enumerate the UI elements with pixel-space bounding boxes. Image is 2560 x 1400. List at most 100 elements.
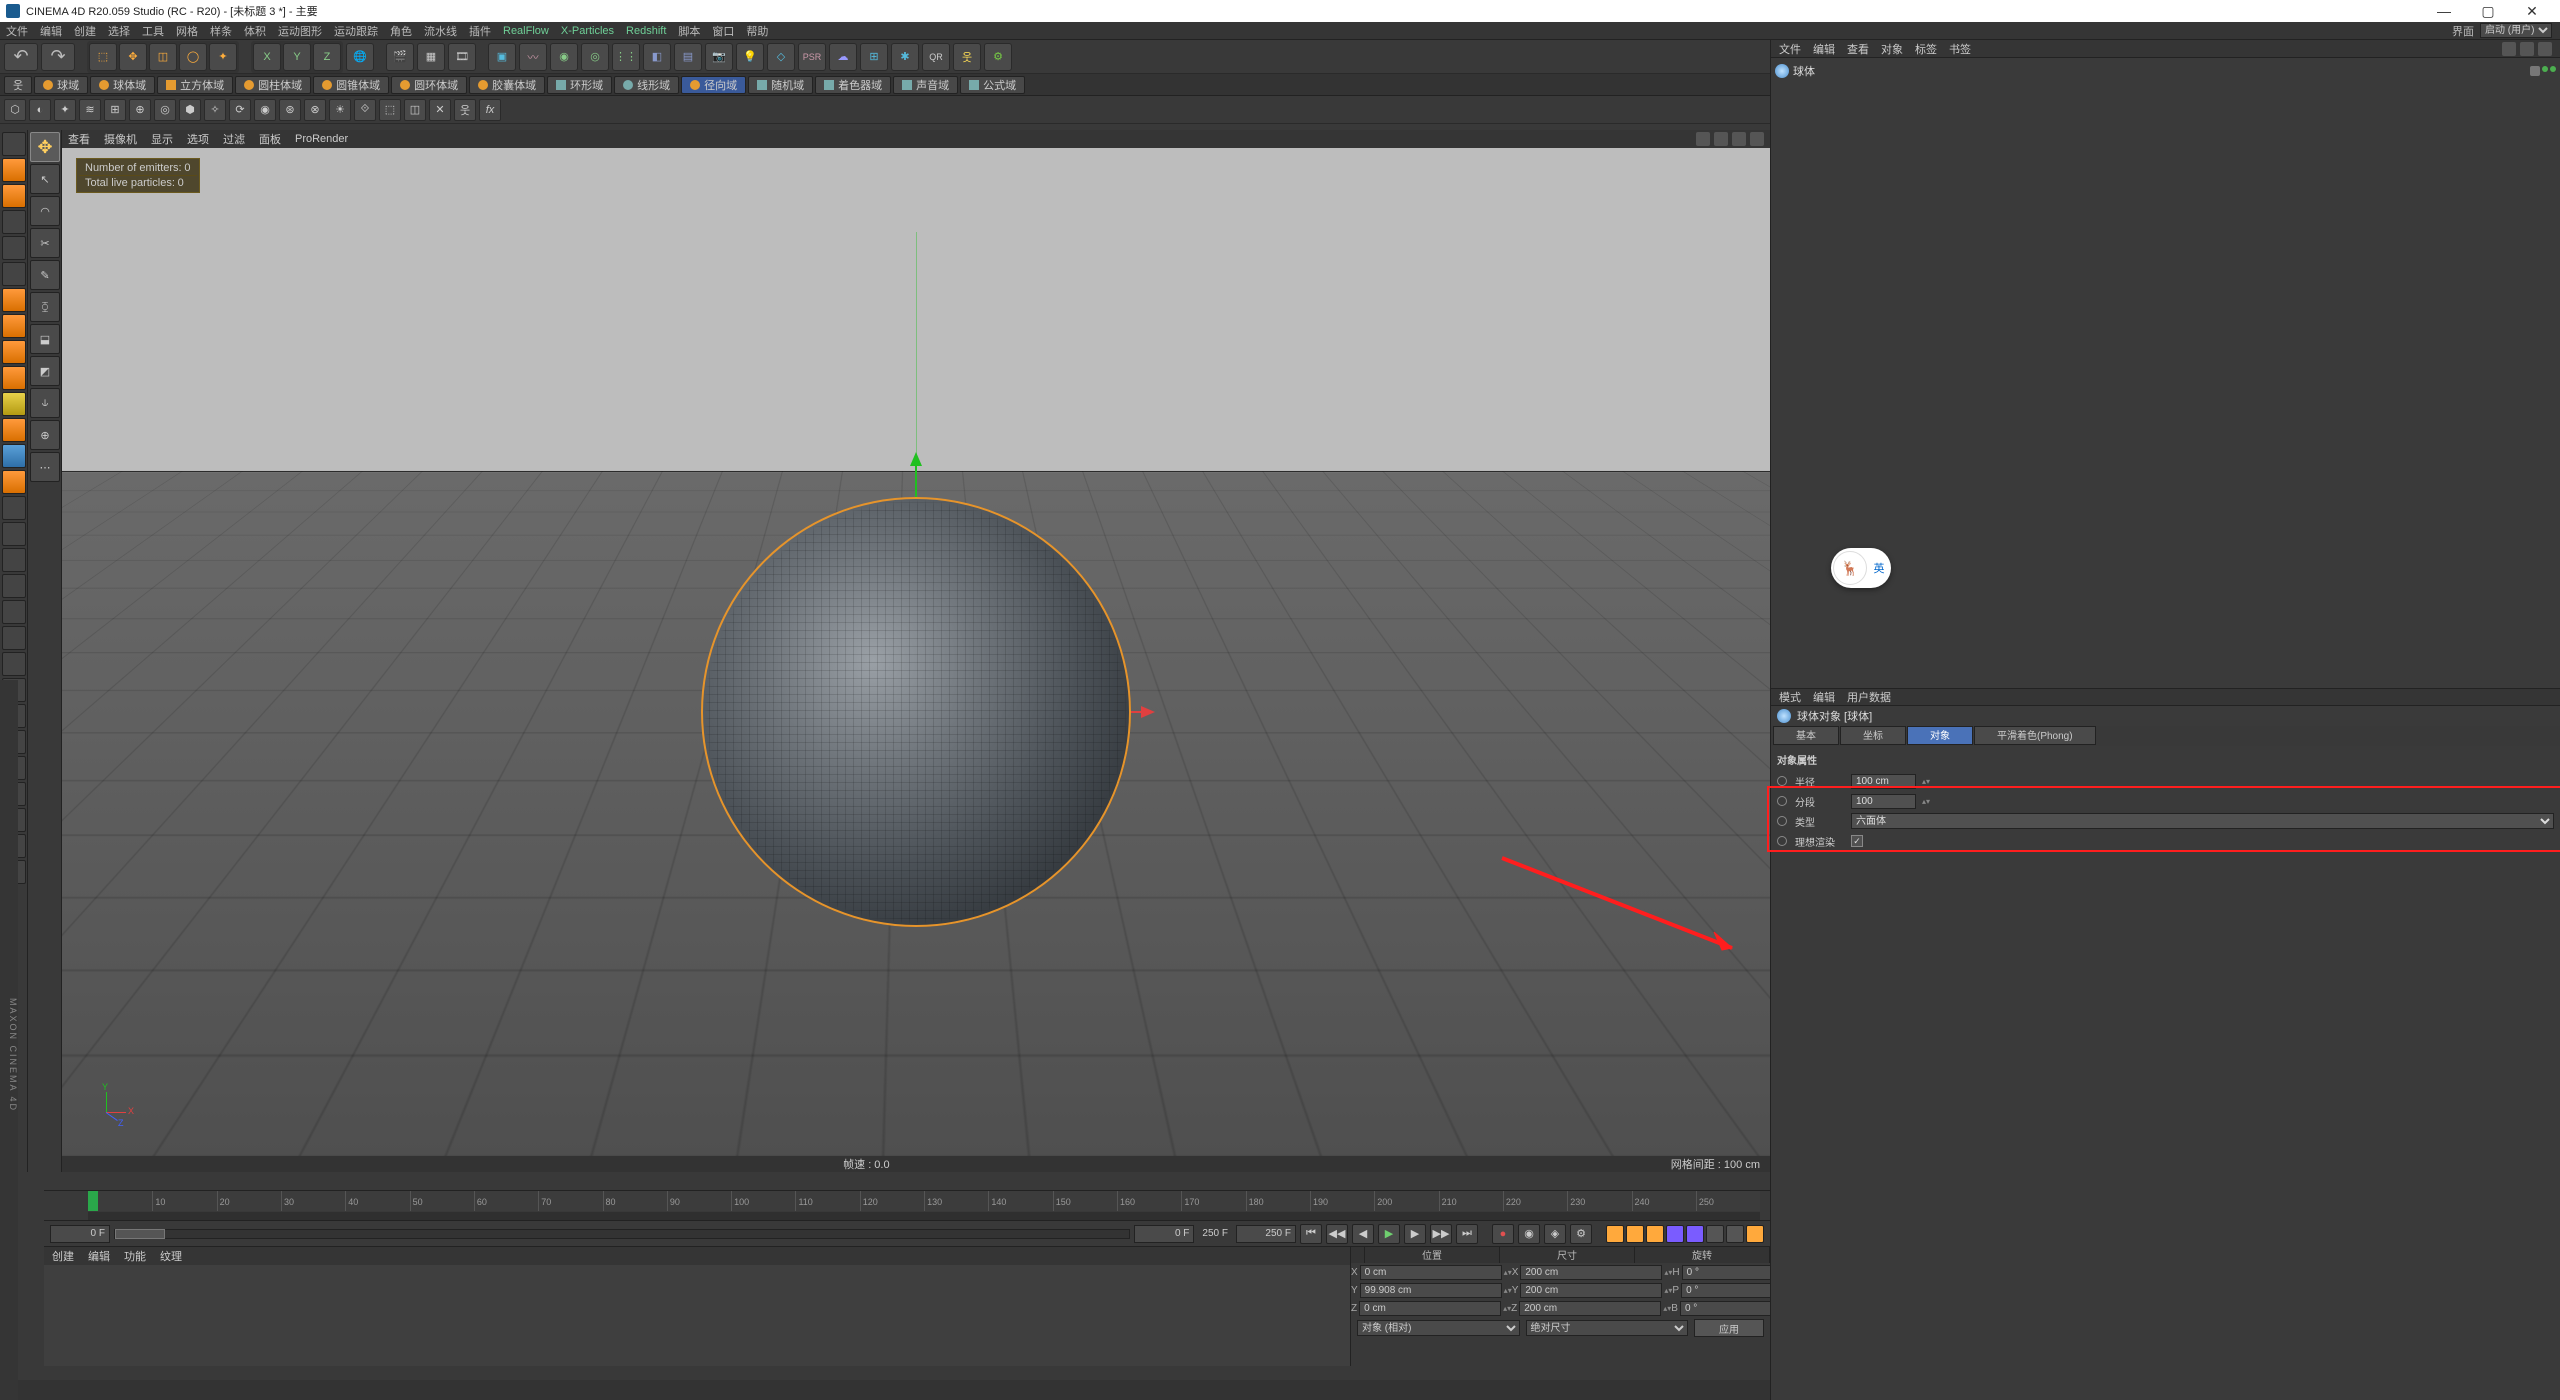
current-frame-input[interactable]: [1134, 1225, 1194, 1243]
goto-end-button[interactable]: ⏭: [1456, 1224, 1478, 1244]
deformer-button[interactable]: ◧: [643, 43, 671, 71]
opt-2[interactable]: [1726, 1225, 1744, 1243]
ir-14[interactable]: ☀: [329, 99, 351, 121]
layout-select[interactable]: 启动 (用户): [2480, 23, 2552, 38]
anim-dot-radius[interactable]: [1777, 776, 1787, 786]
ir-2[interactable]: ◐: [29, 99, 51, 121]
lc-7[interactable]: [2, 288, 26, 312]
coord-mode-1[interactable]: 对象 (相对): [1357, 1320, 1520, 1336]
y-axis-button[interactable]: Y: [283, 43, 311, 71]
menu-script[interactable]: 脚本: [678, 23, 700, 39]
minimize-button[interactable]: —: [2422, 0, 2466, 22]
mat-edit[interactable]: 编辑: [88, 1248, 110, 1264]
field-formula[interactable]: 声音域: [893, 76, 958, 94]
record-button[interactable]: ●: [1492, 1224, 1514, 1244]
coord-size-input[interactable]: [1520, 1265, 1662, 1280]
subdiv-button[interactable]: ◎: [581, 43, 609, 71]
vp-nav-2[interactable]: [1714, 132, 1728, 146]
coord-system-button[interactable]: 🌐: [346, 43, 374, 71]
om-bookmark[interactable]: 书签: [1949, 41, 1971, 57]
vm-display[interactable]: 显示: [151, 131, 173, 147]
ir-19[interactable]: 웃: [454, 99, 476, 121]
field-radial[interactable]: 线形域: [614, 76, 679, 94]
next-key-button[interactable]: ▶▶: [1430, 1224, 1452, 1244]
menu-pipeline[interactable]: 流水线: [424, 23, 457, 39]
tab-basic[interactable]: 基本: [1773, 726, 1839, 745]
ir-4[interactable]: ≋: [79, 99, 101, 121]
coord-mode-2[interactable]: 绝对尺寸: [1526, 1320, 1689, 1336]
am-mode[interactable]: 模式: [1779, 689, 1801, 705]
key-pla[interactable]: [1686, 1225, 1704, 1243]
psr-p[interactable]: [1606, 1225, 1624, 1243]
field-cone[interactable]: 圆锥体域: [313, 76, 389, 94]
opt-3[interactable]: [1746, 1225, 1764, 1243]
live-select-button[interactable]: ⬚: [89, 43, 117, 71]
coord-size-input[interactable]: [1519, 1301, 1661, 1316]
tab-phong[interactable]: 平滑着色(Phong): [1974, 726, 2096, 745]
psr-button[interactable]: PSR: [798, 43, 826, 71]
ir-7[interactable]: ◎: [154, 99, 176, 121]
vis-render-dot[interactable]: [2550, 66, 2556, 72]
menu-help[interactable]: 帮助: [746, 23, 768, 39]
lc-15[interactable]: [2, 496, 26, 520]
lc-6[interactable]: [2, 262, 26, 286]
menu-mograph[interactable]: 运动图形: [278, 23, 322, 39]
lastused-button[interactable]: ✦: [209, 43, 237, 71]
lc-5[interactable]: [2, 236, 26, 260]
mat-create[interactable]: 创建: [52, 1248, 74, 1264]
ir-1[interactable]: ⬡: [4, 99, 26, 121]
lc-13[interactable]: [2, 444, 26, 468]
ir-3[interactable]: ✦: [54, 99, 76, 121]
mograph-cloner-button[interactable]: ⊞: [860, 43, 888, 71]
timeline[interactable]: 0102030405060708090100110120130140150160…: [44, 1190, 1770, 1220]
psr-s[interactable]: [1626, 1225, 1644, 1243]
lc-19[interactable]: [2, 600, 26, 624]
vp-nav-1[interactable]: [1696, 132, 1710, 146]
field-linear[interactable]: 环形域: [547, 76, 612, 94]
coord-pos-input[interactable]: [1360, 1265, 1502, 1280]
character-button[interactable]: 웃: [953, 43, 981, 71]
field-sphere[interactable]: 球域: [34, 76, 88, 94]
render-settings-button[interactable]: 🎞: [448, 43, 476, 71]
menu-select[interactable]: 选择: [108, 23, 130, 39]
tool-bevel[interactable]: ◩: [30, 356, 60, 386]
goto-start-button[interactable]: ⏮: [1300, 1224, 1322, 1244]
menu-mesh[interactable]: 网格: [176, 23, 198, 39]
undo-button[interactable]: ↶: [4, 43, 38, 71]
am-edit[interactable]: 编辑: [1813, 689, 1835, 705]
menu-character[interactable]: 角色: [390, 23, 412, 39]
om-tags[interactable]: 标签: [1915, 41, 1937, 57]
vm-options[interactable]: 选项: [187, 131, 209, 147]
lc-1[interactable]: [2, 132, 26, 156]
qr-button[interactable]: QR: [922, 43, 950, 71]
volume-builder-button[interactable]: ☁: [829, 43, 857, 71]
prev-key-button[interactable]: ◀◀: [1326, 1224, 1348, 1244]
lc-8[interactable]: [2, 314, 26, 338]
lc-4[interactable]: [2, 210, 26, 234]
om-search-icon[interactable]: [2502, 42, 2516, 56]
autokey-button[interactable]: ◉: [1518, 1224, 1540, 1244]
menu-spline[interactable]: 样条: [210, 23, 232, 39]
om-view[interactable]: 查看: [1847, 41, 1869, 57]
head-icon[interactable]: 웃: [4, 76, 32, 94]
coord-apply-button[interactable]: 应用: [1694, 1319, 1764, 1337]
dynamics-button[interactable]: ⚙: [984, 43, 1012, 71]
vm-filter[interactable]: 过滤: [223, 131, 245, 147]
menu-file[interactable]: 文件: [6, 23, 28, 39]
material-body[interactable]: [44, 1265, 1350, 1366]
ir-6[interactable]: ⊕: [129, 99, 151, 121]
tool-knife[interactable]: ✂: [30, 228, 60, 258]
timeline-cursor[interactable]: [88, 1191, 98, 1211]
lc-2[interactable]: [2, 158, 26, 182]
om-edit[interactable]: 编辑: [1813, 41, 1835, 57]
move-button[interactable]: ✥: [119, 43, 147, 71]
vm-camera[interactable]: 摄像机: [104, 131, 137, 147]
vm-panel[interactable]: 面板: [259, 131, 281, 147]
z-axis-button[interactable]: Z: [313, 43, 341, 71]
field-cylinder[interactable]: 圆柱体域: [235, 76, 311, 94]
x-axis-button[interactable]: X: [253, 43, 281, 71]
ir-13[interactable]: ⊗: [304, 99, 326, 121]
field-shader[interactable]: 随机域: [748, 76, 813, 94]
object-tree[interactable]: 球体 🦌 英: [1771, 58, 2560, 688]
field-python[interactable]: 公式域: [960, 76, 1025, 94]
